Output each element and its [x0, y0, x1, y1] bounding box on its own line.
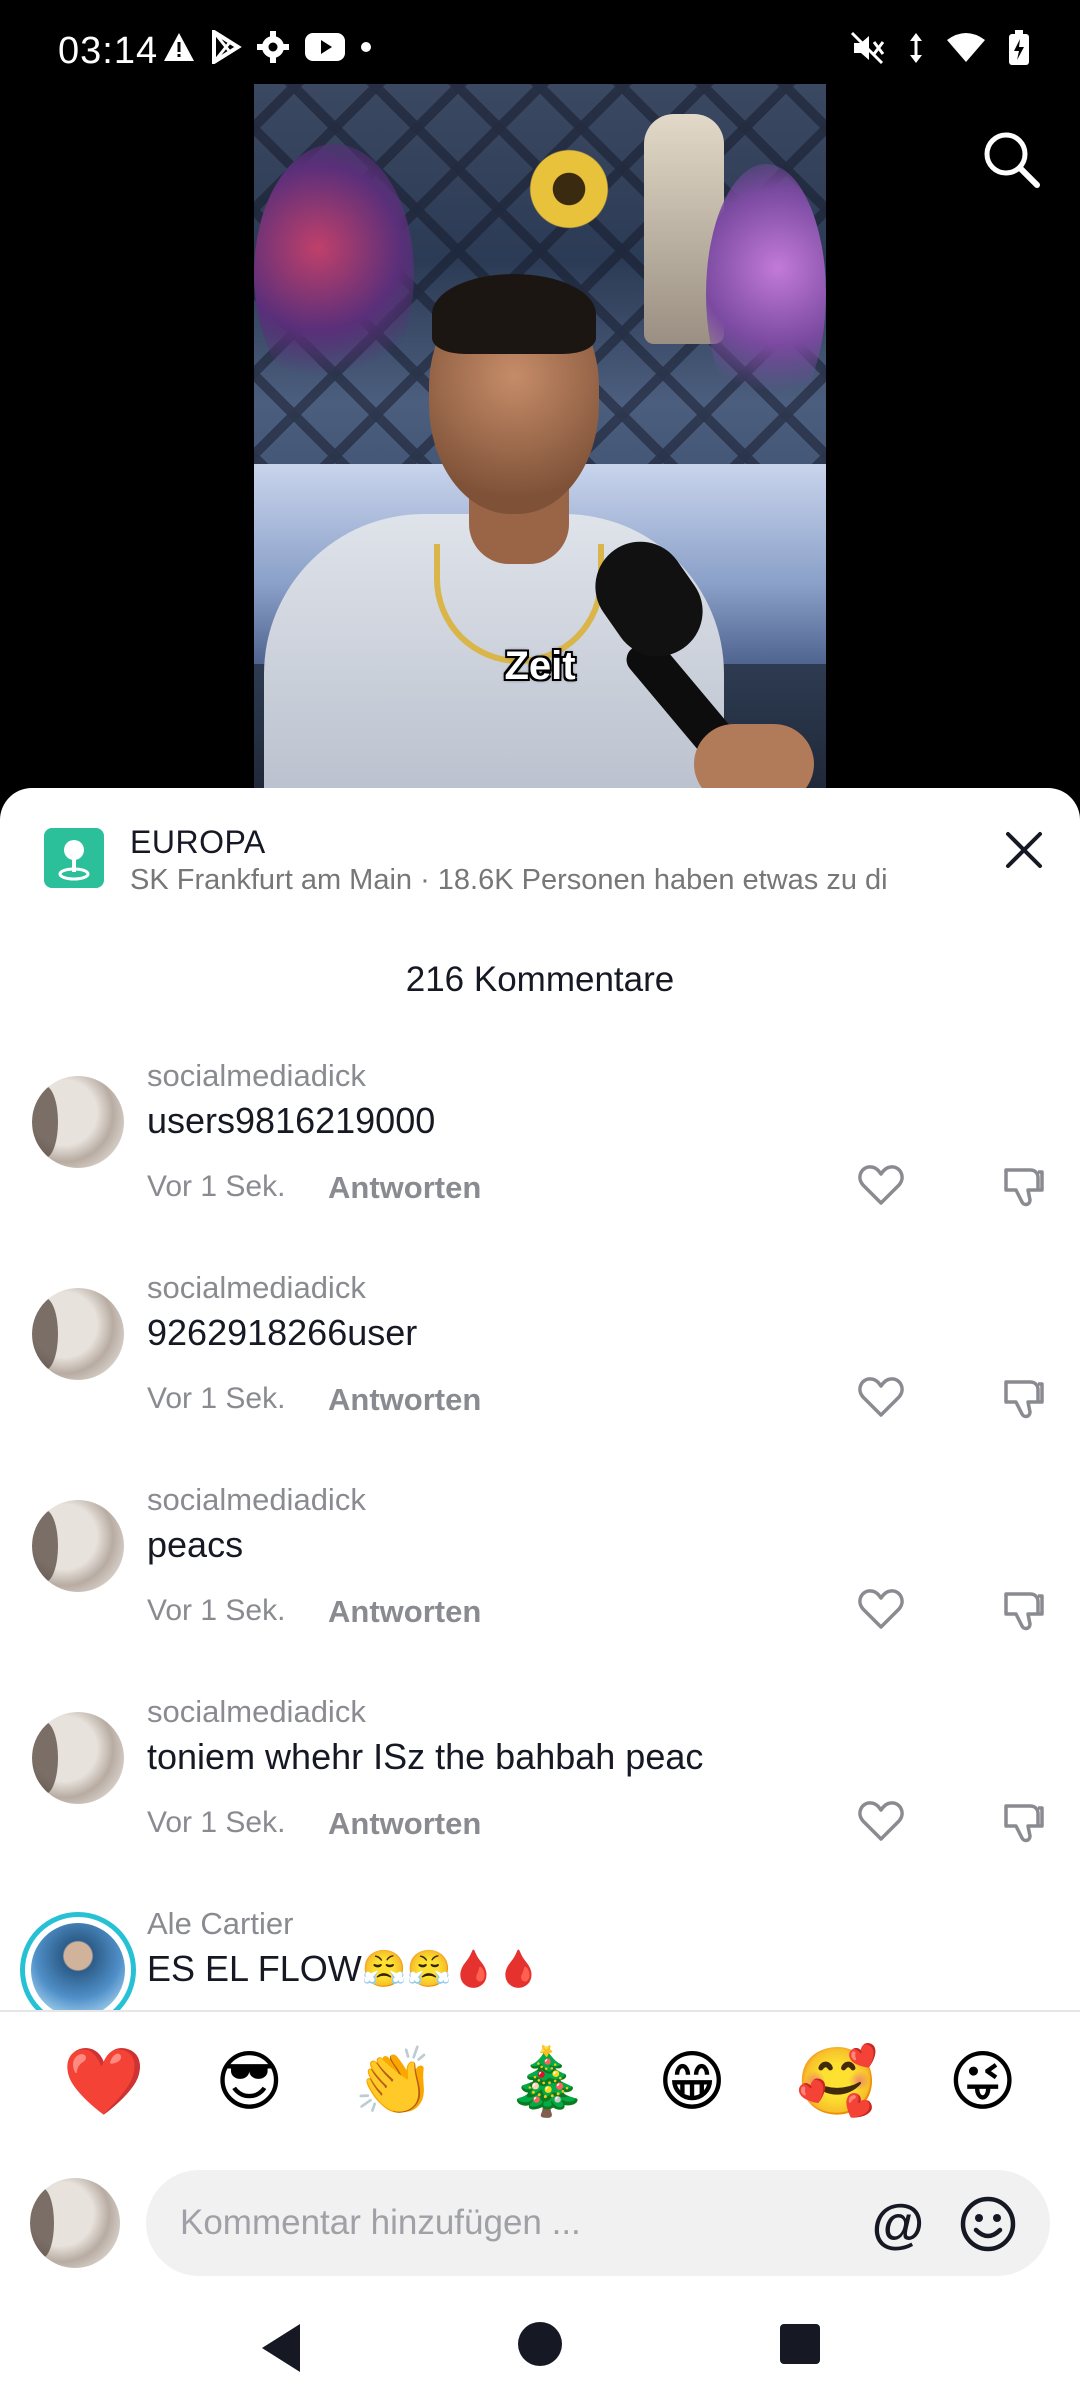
comment-item: Ale Cartier ES EL FLOW😤😤🩸🩸 [0, 1906, 1080, 2010]
youtube-icon [305, 33, 345, 61]
video-flowers-left [254, 144, 414, 404]
reply-button[interactable]: Antworten [328, 1806, 481, 1842]
comment-time: Vor 1 Sek. [147, 1382, 286, 1415]
comment-composer: @ [0, 2150, 1080, 2290]
close-icon[interactable] [1002, 828, 1046, 872]
emoji-clap[interactable]: 👏 [354, 2049, 436, 2115]
divider [0, 2010, 1080, 2012]
search-icon[interactable] [980, 128, 1042, 190]
thumbs-down-icon[interactable] [1002, 1800, 1046, 1844]
thumbs-down-icon[interactable] [1002, 1376, 1046, 1420]
mention-button[interactable]: @ [868, 2194, 928, 2254]
data-arrows-icon [910, 33, 922, 63]
video-flowers-right [706, 164, 826, 424]
comment-text: ES EL FLOW😤😤🩸🩸 [147, 1948, 542, 1989]
comment-username[interactable]: socialmediadick [147, 1270, 366, 1306]
reply-button[interactable]: Antworten [328, 1382, 481, 1418]
comment-time: Vor 1 Sek. [147, 1594, 286, 1627]
emoji-tree[interactable]: 🎄 [506, 2049, 588, 2115]
my-avatar [30, 2178, 120, 2268]
thumbs-down-icon[interactable] [1002, 1164, 1046, 1208]
heart-icon[interactable] [858, 1588, 904, 1630]
battery-charging-icon [1009, 30, 1029, 65]
comment-item: socialmediadick peacs Vor 1 Sek. Antwort… [0, 1482, 1080, 1682]
mute-icon [850, 31, 885, 65]
system-nav-bar [0, 2290, 1080, 2400]
comment-text: users9816219000 [147, 1100, 436, 1141]
location-title: EUROPA [130, 824, 266, 860]
warning-icon [164, 33, 194, 61]
dot-icon [361, 42, 371, 52]
location-pin-icon [44, 828, 104, 888]
avatar[interactable] [20, 1912, 136, 2010]
video-person-hair [432, 274, 596, 354]
recents-icon[interactable] [780, 2324, 820, 2364]
reply-button[interactable]: Antworten [328, 1594, 481, 1630]
status-time: 03:14 [58, 30, 159, 72]
heart-icon[interactable] [858, 1376, 904, 1418]
comment-item: socialmediadick users9816219000 Vor 1 Se… [0, 1058, 1080, 1258]
emoji-love[interactable]: 🥰 [796, 2049, 878, 2115]
video-person-hand [694, 724, 814, 792]
location-banner[interactable]: EUROPA SK Frankfurt am Main · 18.6K Pers… [0, 788, 1080, 908]
comment-time: Vor 1 Sek. [147, 1806, 286, 1839]
play-store-icon [212, 30, 242, 64]
notification-icons [162, 30, 372, 64]
comment-input[interactable] [180, 2196, 820, 2250]
comment-time: Vor 1 Sek. [147, 1170, 286, 1203]
avatar[interactable] [32, 1500, 124, 1592]
comment-text: 9262918266user [147, 1312, 418, 1353]
emoji-wink-tongue[interactable]: 😜 [948, 2049, 1017, 2115]
comment-text: peacs [147, 1524, 244, 1565]
heart-icon[interactable] [858, 1164, 904, 1206]
heart-icon[interactable] [858, 1800, 904, 1842]
comment-username[interactable]: socialmediadick [147, 1058, 366, 1094]
comments-sheet: EUROPA SK Frankfurt am Main · 18.6K Pers… [0, 788, 1080, 2400]
quick-emoji-bar: ❤️ 😎 👏 🎄 😁 🥰 😜 [0, 2014, 1080, 2150]
wifi-icon [947, 33, 985, 62]
avatar[interactable] [32, 1076, 124, 1168]
comment-username[interactable]: socialmediadick [147, 1482, 366, 1518]
video-sunflower [524, 144, 614, 234]
reply-button[interactable]: Antworten [328, 1170, 481, 1206]
location-subtitle: SK Frankfurt am Main · 18.6K Personen ha… [130, 864, 888, 896]
emoji-picker-icon[interactable] [958, 2194, 1018, 2254]
system-icons [850, 30, 1030, 66]
comment-item: socialmediadick 9262918266user Vor 1 Sek… [0, 1270, 1080, 1470]
comments-count-title: 216 Kommentare [405, 960, 675, 999]
emoji-heart[interactable]: ❤️ [63, 2049, 145, 2115]
video-caption: Zeit [504, 644, 576, 688]
back-icon[interactable] [256, 2320, 306, 2376]
comment-item: socialmediadick toniem whehr ISz the bah… [0, 1694, 1080, 1894]
avatar[interactable] [32, 1712, 124, 1804]
comment-input-box[interactable]: @ [146, 2170, 1050, 2276]
home-icon[interactable] [518, 2322, 562, 2366]
emoji-sunglasses[interactable]: 😎 [215, 2049, 284, 2115]
comment-text: toniem whehr ISz the bahbah peac [147, 1736, 704, 1777]
thumbs-down-icon[interactable] [1002, 1588, 1046, 1632]
emoji-grin[interactable]: 😁 [658, 2049, 727, 2115]
comment-username[interactable]: socialmediadick [147, 1694, 366, 1730]
comment-username[interactable]: Ale Cartier [147, 1906, 293, 1942]
video-player[interactable]: Zeit [254, 84, 826, 792]
settings-icon [257, 31, 289, 63]
avatar[interactable] [32, 1288, 124, 1380]
